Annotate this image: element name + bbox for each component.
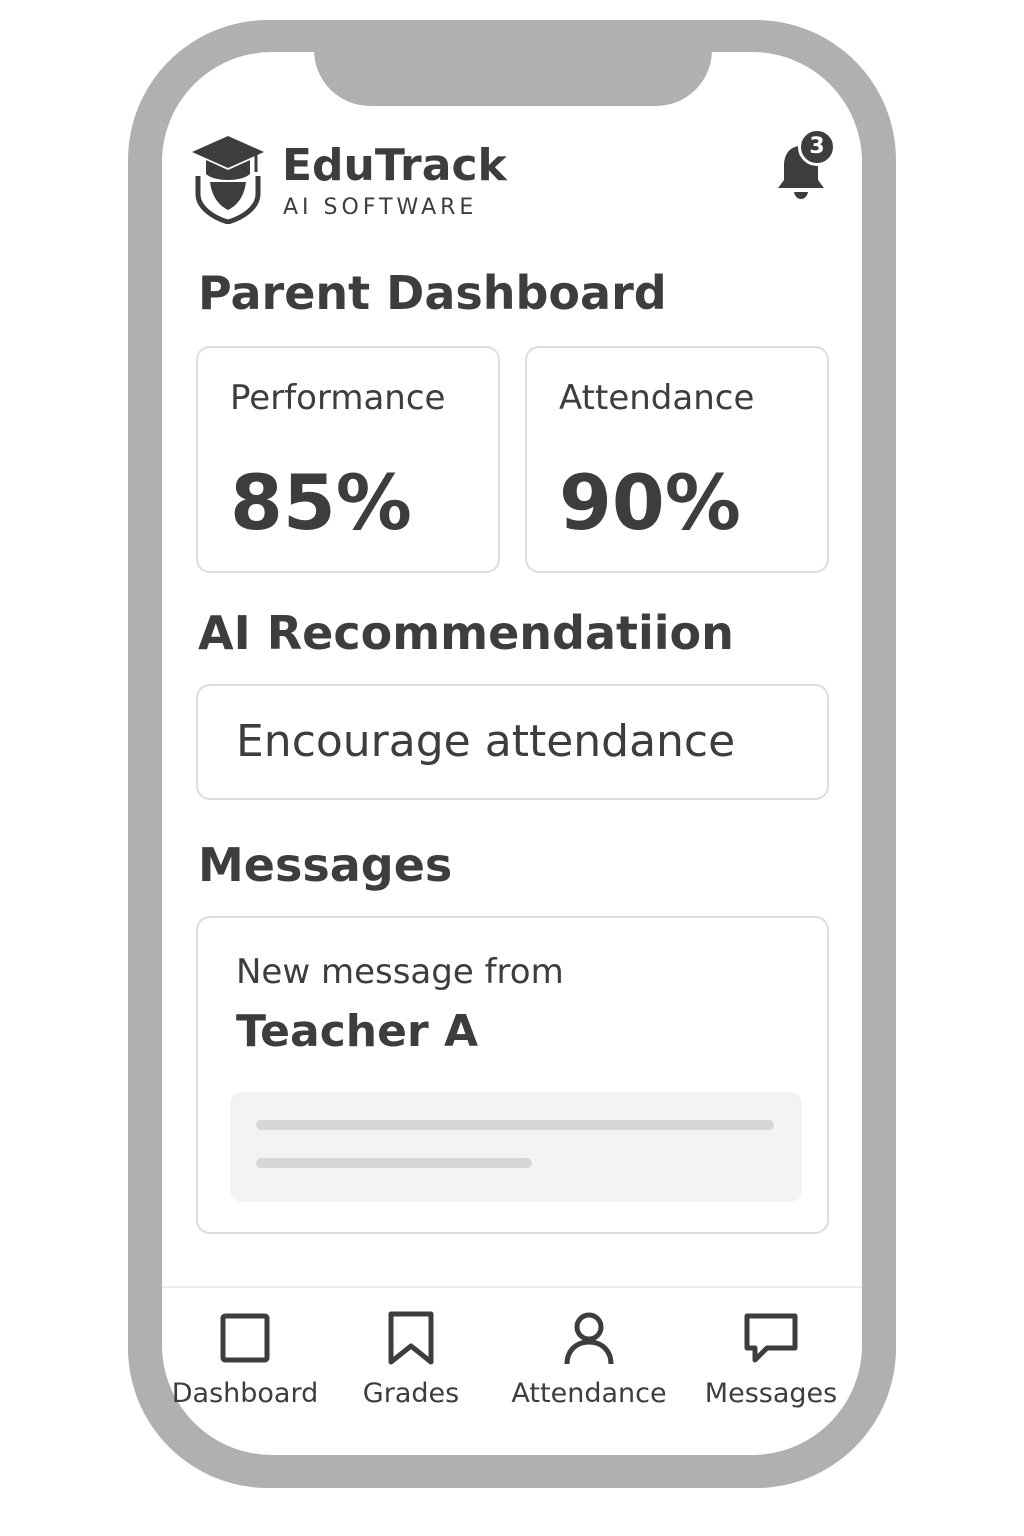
square-icon <box>220 1313 270 1363</box>
nav-label-dashboard: Dashboard <box>171 1378 319 1409</box>
nav-item-attendance[interactable]: Attendance <box>504 1308 674 1418</box>
brand-name: EduTrack <box>282 140 507 191</box>
performance-label: Performance <box>230 378 446 418</box>
brand-tagline: AI SOFTWARE <box>283 195 478 220</box>
attendance-label: Attendance <box>559 378 755 418</box>
message-intro: New message from <box>236 952 564 992</box>
nav-label-grades: Grades <box>362 1378 460 1409</box>
attendance-value: 90% <box>559 458 741 547</box>
recommendation-card[interactable]: Encourage attendance <box>196 684 829 800</box>
bottom-nav-divider <box>162 1286 862 1288</box>
preview-skeleton-line <box>256 1120 774 1130</box>
message-preview <box>230 1092 802 1202</box>
nav-item-dashboard[interactable]: Dashboard <box>160 1308 330 1418</box>
nav-item-grades[interactable]: Grades <box>326 1308 496 1418</box>
recommendation-title: AI Recommendatiion <box>198 606 734 660</box>
notification-badge: 3 <box>798 128 836 166</box>
nav-item-messages[interactable]: Messages <box>686 1308 856 1418</box>
nav-label-attendance: Attendance <box>511 1378 667 1409</box>
recommendation-text: Encourage attendance <box>236 716 736 767</box>
message-card[interactable]: New message from Teacher A <box>196 916 829 1234</box>
chat-bubble-icon <box>744 1313 798 1363</box>
phone-notch <box>314 20 712 106</box>
performance-card[interactable]: Performance 85% <box>196 346 500 573</box>
preview-skeleton-line <box>256 1158 532 1168</box>
performance-value: 85% <box>230 458 412 547</box>
messages-title: Messages <box>198 838 453 892</box>
nav-label-messages: Messages <box>704 1378 838 1409</box>
message-sender: Teacher A <box>236 1006 479 1057</box>
attendance-card[interactable]: Attendance 90% <box>525 346 829 573</box>
person-icon <box>564 1312 614 1365</box>
graduation-cap-shield-icon <box>192 136 264 224</box>
bookmark-icon <box>388 1311 434 1365</box>
page-title: Parent Dashboard <box>198 266 667 320</box>
